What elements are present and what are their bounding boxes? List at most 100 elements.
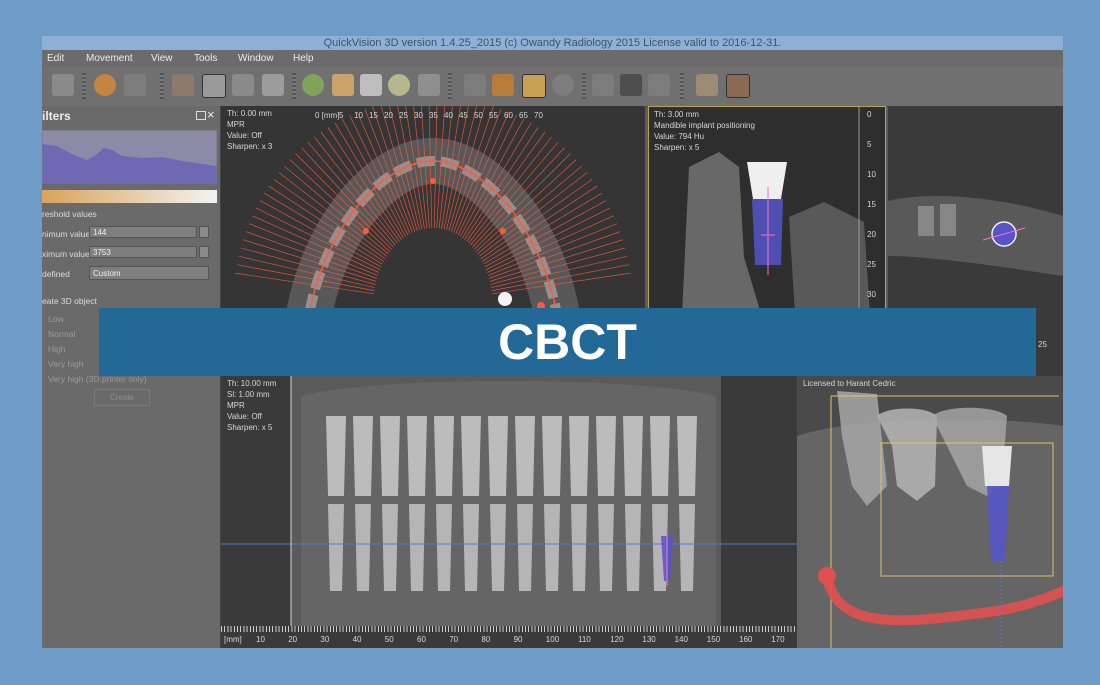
panoramic-ruler-tick: 90 <box>513 635 523 644</box>
panoramic-value: Value: Off <box>227 412 262 421</box>
toolbar-separator <box>160 73 164 99</box>
panoramic-info: Th: 10.00 mm Sl: 1.00 mm MPR Value: Off … <box>227 378 276 433</box>
axial-ruler-tick: 35 <box>429 111 438 120</box>
predefined-label: defined <box>42 269 70 279</box>
float-icon[interactable] <box>196 111 206 120</box>
panoramic-slice: Sl: 1.00 mm <box>227 390 270 399</box>
menu-view[interactable]: View <box>151 50 173 67</box>
zoom-icon[interactable] <box>522 74 546 98</box>
cross-value: Value: 794 Hu <box>654 132 705 141</box>
minimum-stepper[interactable] <box>199 226 209 238</box>
skull-color-icon[interactable] <box>332 74 354 96</box>
cross-scale-tick: 25 <box>867 260 876 269</box>
cross-scale-tick: 30 <box>867 290 876 299</box>
create-button[interactable]: Create <box>94 389 150 406</box>
panoramic-viewport[interactable]: Th: 10.00 mm Sl: 1.00 mm MPR Value: Off … <box>221 376 797 648</box>
cross-task: Mandible implant positioning <box>654 121 755 130</box>
threshold-heading: reshold values <box>42 209 97 219</box>
window-level-icon[interactable] <box>620 74 642 96</box>
maximum-stepper[interactable] <box>199 246 209 258</box>
lower-tooth <box>355 504 371 591</box>
menu-movement[interactable]: Movement <box>86 50 133 67</box>
axial-value: Value: Off <box>227 131 262 140</box>
undo-icon[interactable] <box>464 74 486 96</box>
upper-tooth <box>650 416 670 496</box>
cross-scale-tick: 0 <box>867 110 872 119</box>
skull-gray-icon[interactable] <box>418 74 440 96</box>
exit-icon[interactable] <box>726 74 750 98</box>
axial-ruler-tick: 70 <box>534 111 543 120</box>
panoramic-ruler-tick: 70 <box>449 635 459 644</box>
window-title: QuickVision 3D version 1.4.25_2015 (c) O… <box>42 36 1063 50</box>
upper-tooth <box>596 416 616 496</box>
panoramic-ruler-tick: 150 <box>706 635 721 644</box>
sphere-icon[interactable] <box>388 74 410 96</box>
lower-tooth <box>544 504 560 591</box>
panoramic-ruler-tick: 100 <box>545 635 560 644</box>
panoramic-ruler-scale <box>221 626 797 632</box>
lower-tooth <box>409 504 425 591</box>
upper-tooth <box>461 416 481 496</box>
measure-icon[interactable] <box>94 74 116 96</box>
rotate-icon[interactable] <box>552 74 574 96</box>
color-gradient-bar[interactable] <box>42 190 217 203</box>
axes-icon[interactable] <box>696 74 718 96</box>
skull-side-icon[interactable] <box>262 74 284 96</box>
axial-ruler-tick: 10 <box>354 111 363 120</box>
upper-tooth <box>434 416 454 496</box>
quality-option-low[interactable]: Low <box>48 314 64 324</box>
quality-option-normal[interactable]: Normal <box>48 329 75 339</box>
lower-tooth <box>625 504 641 591</box>
annotation-icon[interactable] <box>592 74 614 96</box>
panoramic-ruler-unit: [mm] <box>224 635 242 644</box>
layout-icon[interactable] <box>172 74 194 96</box>
lower-tooth <box>382 504 398 591</box>
upper-tooth <box>515 416 535 496</box>
cross-scale-tick: 15 <box>867 200 876 209</box>
panoramic-icon[interactable] <box>202 74 226 98</box>
minimum-value-field[interactable]: 144 <box>89 226 197 238</box>
license-text: Licensed to Harant Cedric <box>803 379 896 388</box>
maximum-label: ximum value <box>42 249 90 259</box>
menu-window[interactable]: Window <box>238 50 274 67</box>
upper-tooth <box>353 416 373 496</box>
side-view-scale-tick: 25 <box>1038 340 1047 349</box>
menu-help[interactable]: Help <box>293 50 314 67</box>
predefined-select[interactable]: Custom <box>89 266 209 280</box>
upper-tooth <box>326 416 346 496</box>
skull-front-icon[interactable] <box>232 74 254 96</box>
upper-tooth <box>623 416 643 496</box>
axial-thickness: Th: 0.00 mm <box>227 109 272 118</box>
pan-icon[interactable] <box>492 74 514 96</box>
axial-ruler-tick: 60 <box>504 111 513 120</box>
scanner-icon[interactable] <box>52 74 74 96</box>
upper-tooth <box>407 416 427 496</box>
quality-option-high[interactable]: High <box>48 344 65 354</box>
toolbar-separator <box>680 73 684 99</box>
skull-bone-icon[interactable] <box>360 74 382 96</box>
rotate-3d-icon[interactable] <box>302 74 324 96</box>
axial-ruler-tick: 55 <box>489 111 498 120</box>
panoramic-scan <box>221 376 797 648</box>
axial-ruler-tick: 15 <box>369 111 378 120</box>
axial-ruler-tick: 20 <box>384 111 393 120</box>
filters-panel: ilters × reshold values nimum value 144 … <box>42 106 221 648</box>
axial-ruler-tick: 40 <box>444 111 453 120</box>
quality-option-very-high[interactable]: Very high <box>48 359 83 369</box>
upper-tooth <box>488 416 508 496</box>
axial-ruler-tick: 5 <box>339 111 344 120</box>
axial-sharpen: Sharpen: x 3 <box>227 142 273 151</box>
upper-tooth <box>677 416 697 496</box>
toolbar <box>42 67 1063 107</box>
lower-tooth <box>490 504 506 591</box>
menu-tools[interactable]: Tools <box>194 50 217 67</box>
panoramic-ruler-tick: 160 <box>739 635 753 644</box>
close-icon[interactable]: × <box>207 107 215 122</box>
eraser-icon[interactable] <box>124 74 146 96</box>
maximum-value-field[interactable]: 3753 <box>89 246 197 258</box>
panoramic-ruler-tick: 20 <box>288 635 298 644</box>
render-3d-viewport[interactable]: Licensed to Harant Cedric <box>797 376 1063 648</box>
camera-icon[interactable] <box>648 74 670 96</box>
menu-edit[interactable]: Edit <box>47 50 64 67</box>
toolbar-separator <box>292 73 296 99</box>
